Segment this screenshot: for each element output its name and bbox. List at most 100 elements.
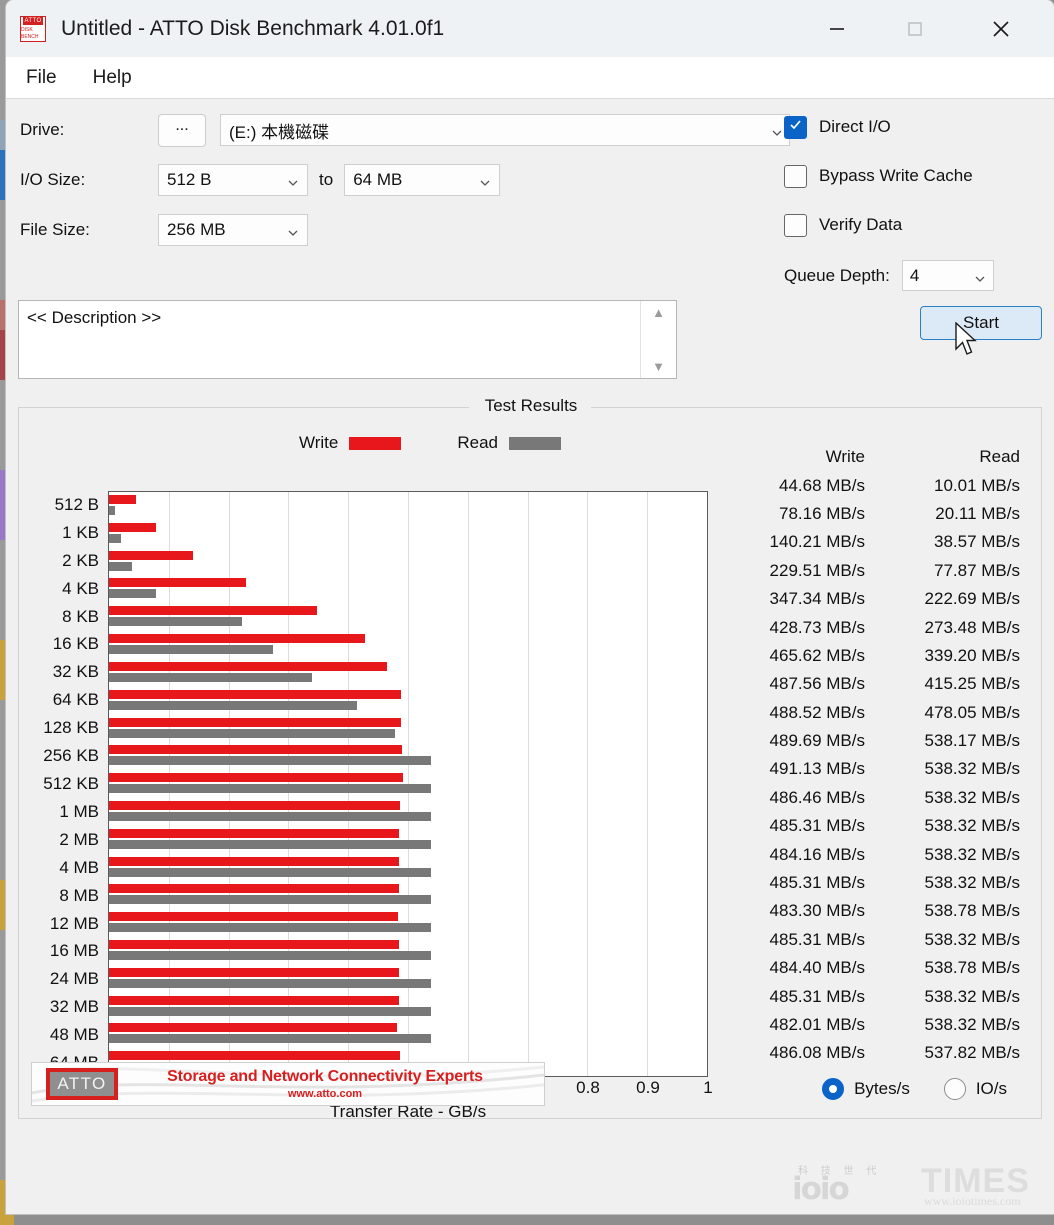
triangle-up-icon[interactable]: ▲ <box>652 306 665 319</box>
table-cell-write: 229.51 MB/s <box>769 560 865 580</box>
description-scrollbar[interactable]: ▲ ▼ <box>640 301 676 378</box>
drive-select[interactable]: (E:) 本機磁碟 <box>220 114 790 146</box>
table-cell-write: 488.52 MB/s <box>769 702 865 722</box>
chart-bar-write <box>109 884 400 894</box>
drive-label: Drive: <box>20 120 65 139</box>
table-cell-write: 483.30 MB/s <box>769 901 865 921</box>
table-cell-write: 486.08 MB/s <box>769 1043 865 1063</box>
chart-y-label: 4 MB <box>59 857 99 877</box>
file-size-select[interactable]: 256 MB <box>158 214 308 246</box>
chart-y-label: 24 MB <box>49 969 99 989</box>
table-cell-read: 538.32 MB/s <box>924 787 1020 807</box>
queue-depth-select[interactable]: 4 <box>901 260 994 291</box>
table-header-read: Read <box>979 447 1020 467</box>
table-row: 485.31 MB/s 538.32 MB/s <box>724 812 1034 840</box>
atto-logo-text: ATTO <box>57 1074 107 1093</box>
queue-depth-row: Queue Depth: 4 <box>784 260 1042 291</box>
chart-bar-write <box>109 717 402 727</box>
chart-bar-read <box>109 506 115 515</box>
unit-bytes-per-sec[interactable]: Bytes/s <box>822 1078 910 1100</box>
io-per-sec-radio[interactable] <box>943 1078 966 1100</box>
app-window: ATTO DISK BENCH Untitled - ATTO Disk Ben… <box>6 0 1054 1214</box>
chart-y-label: 256 KB <box>43 746 99 766</box>
start-button[interactable]: Start <box>920 306 1042 340</box>
table-cell-write: 485.31 MB/s <box>769 986 865 1006</box>
table-cell-write: 78.16 MB/s <box>779 503 865 523</box>
browse-drive-button[interactable]: ... <box>158 113 206 147</box>
verify-data-checkbox[interactable] <box>784 213 807 237</box>
chart-bar-write <box>109 995 400 1005</box>
check-icon <box>788 117 803 137</box>
close-button[interactable] <box>970 0 1032 57</box>
legend-write-swatch <box>349 436 402 450</box>
table-row: 491.13 MB/s 538.32 MB/s <box>724 755 1034 783</box>
watermark-url: www.ioiotimes.com <box>924 1194 1021 1208</box>
chart-bar-read <box>109 923 432 933</box>
legend-read-label: Read <box>457 433 498 452</box>
options-panel: Direct I/O Bypass Write Cache Verify Dat… <box>784 113 1042 291</box>
description-text[interactable]: << Description >> <box>19 301 640 378</box>
chart-x-tick-label: 1 <box>703 1078 713 1097</box>
chart-bar-read <box>109 1034 431 1044</box>
atto-banner[interactable]: ATTO Storage and Network Connectivity Ex… <box>31 1062 545 1106</box>
table-cell-write: 428.73 MB/s <box>769 617 865 637</box>
queue-depth-value: 4 <box>909 265 920 285</box>
chart-y-label: 512 KB <box>43 774 99 794</box>
chart-y-label: 64 KB <box>52 690 99 710</box>
bypass-write-cache-checkbox[interactable] <box>784 164 807 188</box>
direct-io-checkbox[interactable] <box>784 115 807 139</box>
chart-bar-group <box>109 548 707 576</box>
chart-y-label: 1 KB <box>62 522 99 542</box>
units-radio-group: Bytes/s IO/s <box>788 1078 1007 1100</box>
chart-bar-write <box>109 1051 400 1061</box>
app-icon-bottom-text: DISK BENCH <box>21 26 39 40</box>
chart-x-tick-label: 0.9 <box>636 1078 660 1097</box>
table-row: 487.56 MB/s 415.25 MB/s <box>724 670 1034 698</box>
table-row: 347.34 MB/s 222.69 MB/s <box>724 585 1034 613</box>
table-cell-write: 44.68 MB/s <box>779 475 865 495</box>
chart-y-label: 8 KB <box>62 606 99 626</box>
chart-bar-group <box>109 1020 707 1048</box>
table-row: 78.16 MB/s 20.11 MB/s <box>724 500 1034 528</box>
chart-bar-group <box>109 603 707 631</box>
minimize-button[interactable] <box>806 0 868 57</box>
menu-item-file[interactable]: File <box>20 65 75 91</box>
menu-bar: File Help <box>6 57 1054 99</box>
chart-bar-write <box>109 661 388 671</box>
chart-bar-write <box>109 1023 398 1033</box>
chart-bar-group <box>109 993 707 1021</box>
chart-legend: Write Read <box>299 433 561 453</box>
table-cell-write: 491.13 MB/s <box>769 759 865 779</box>
menu-item-help[interactable]: Help <box>87 65 150 91</box>
table-cell-read: 273.48 MB/s <box>924 617 1020 637</box>
table-cell-write: 485.31 MB/s <box>769 929 865 949</box>
chart-bar-write <box>109 550 193 560</box>
description-box[interactable]: << Description >> ▲ ▼ <box>18 300 677 379</box>
triangle-down-icon[interactable]: ▼ <box>652 360 665 373</box>
bar-chart: 512 B 1 KB 2 KB 4 KB 8 KB 16 KB 32 KB 64 KB 128 … <box>19 452 719 1121</box>
direct-io-label: Direct I/O <box>819 117 891 136</box>
table-cell-write: 486.46 MB/s <box>769 787 865 807</box>
io-size-from-select[interactable]: 512 B <box>158 164 308 196</box>
option-verify-data[interactable]: Verify Data <box>784 211 1042 239</box>
bytes-per-sec-radio[interactable] <box>822 1078 845 1100</box>
io-per-sec-label: IO/s <box>975 1079 1007 1098</box>
chart-y-label: 1 MB <box>59 801 99 821</box>
unit-io-per-sec[interactable]: IO/s <box>943 1078 1007 1100</box>
table-cell-write: 140.21 MB/s <box>769 532 865 552</box>
test-results-title: Test Results <box>469 396 593 416</box>
table-cell-read: 538.78 MB/s <box>924 901 1020 921</box>
option-bypass-write-cache[interactable]: Bypass Write Cache <box>784 162 1042 190</box>
maximize-button[interactable] <box>884 0 946 57</box>
test-results-group: Test Results Write Read 512 B 1 KB 2 KB 4 K… <box>18 396 1042 1121</box>
io-size-to-select[interactable]: 64 MB <box>344 164 501 196</box>
chart-bar-read <box>109 756 431 766</box>
table-cell-write: 484.16 MB/s <box>769 844 865 864</box>
table-cell-read: 538.32 MB/s <box>924 929 1020 949</box>
table-cell-read: 538.32 MB/s <box>924 844 1020 864</box>
option-direct-io[interactable]: Direct I/O <box>784 113 1042 141</box>
table-row: 484.16 MB/s 538.32 MB/s <box>724 840 1034 868</box>
results-table: Write Read 44.68 MB/s 10.01 MB/s 78.16 MB/… <box>724 443 1034 1068</box>
chart-bar-group <box>109 826 707 854</box>
atto-logo: ATTO <box>46 1068 118 1100</box>
